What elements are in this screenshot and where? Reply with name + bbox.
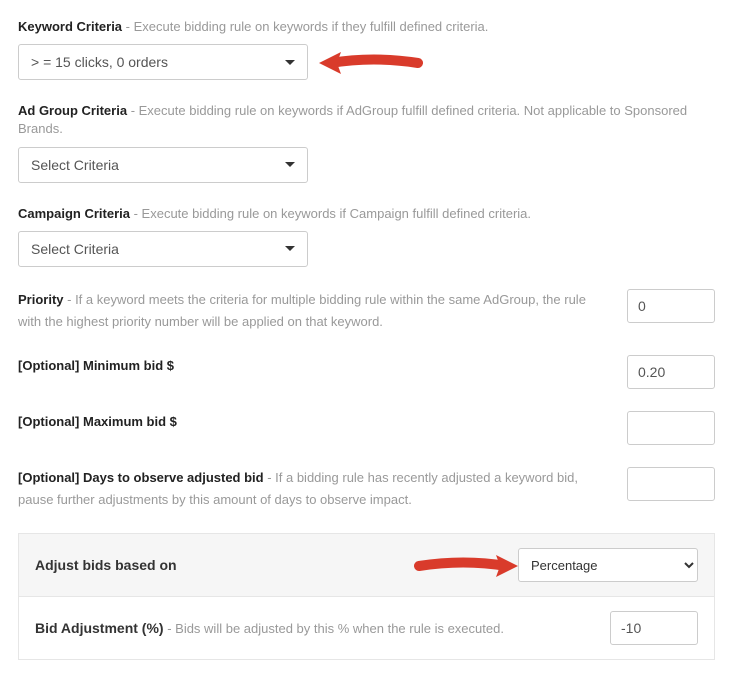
- campaign-criteria-value: Select Criteria: [31, 241, 119, 257]
- max-bid-input[interactable]: [627, 411, 715, 445]
- keyword-criteria-value: > = 15 clicks, 0 orders: [31, 54, 168, 70]
- keyword-criteria-desc: - Execute bidding rule on keywords if th…: [122, 19, 488, 34]
- priority-input[interactable]: [627, 289, 715, 323]
- keyword-criteria-select[interactable]: > = 15 clicks, 0 orders: [18, 44, 308, 80]
- caret-down-icon: [285, 246, 295, 251]
- observe-days-input[interactable]: [627, 467, 715, 501]
- campaign-criteria-section: Campaign Criteria - Execute bidding rule…: [18, 205, 715, 267]
- annotation-arrow-icon: [414, 549, 524, 583]
- campaign-criteria-label: Campaign Criteria: [18, 206, 130, 221]
- bid-adjustment-desc: - Bids will be adjusted by this % when t…: [164, 621, 504, 636]
- observe-days-label: [Optional] Days to observe adjusted bid: [18, 470, 264, 485]
- bid-adjustment-row: Bid Adjustment (%) - Bids will be adjust…: [18, 597, 715, 660]
- priority-row: Priority - If a keyword meets the criter…: [18, 289, 715, 333]
- max-bid-label: [Optional] Maximum bid $: [18, 414, 177, 429]
- priority-label: Priority: [18, 292, 64, 307]
- bid-adjustment-label: Bid Adjustment (%): [35, 620, 164, 636]
- keyword-criteria-section: Keyword Criteria - Execute bidding rule …: [18, 18, 715, 80]
- campaign-criteria-desc: - Execute bidding rule on keywords if Ca…: [130, 206, 531, 221]
- keyword-criteria-label: Keyword Criteria: [18, 19, 122, 34]
- adgroup-criteria-value: Select Criteria: [31, 157, 119, 173]
- min-bid-label: [Optional] Minimum bid $: [18, 358, 174, 373]
- min-bid-input[interactable]: [627, 355, 715, 389]
- adgroup-criteria-section: Ad Group Criteria - Execute bidding rule…: [18, 102, 715, 182]
- bid-adjustment-input[interactable]: [610, 611, 698, 645]
- adjust-basis-row: Adjust bids based on Percentage: [18, 533, 715, 597]
- min-bid-row: [Optional] Minimum bid $: [18, 355, 715, 389]
- campaign-criteria-select[interactable]: Select Criteria: [18, 231, 308, 267]
- observe-days-row: [Optional] Days to observe adjusted bid …: [18, 467, 715, 511]
- max-bid-row: [Optional] Maximum bid $: [18, 411, 715, 445]
- caret-down-icon: [285, 60, 295, 65]
- priority-desc: - If a keyword meets the criteria for mu…: [18, 292, 586, 329]
- caret-down-icon: [285, 162, 295, 167]
- annotation-arrow-icon: [313, 46, 423, 80]
- adjust-basis-label: Adjust bids based on: [35, 557, 177, 573]
- adgroup-criteria-select[interactable]: Select Criteria: [18, 147, 308, 183]
- adgroup-criteria-label: Ad Group Criteria: [18, 103, 127, 118]
- adjust-basis-select[interactable]: Percentage: [518, 548, 698, 582]
